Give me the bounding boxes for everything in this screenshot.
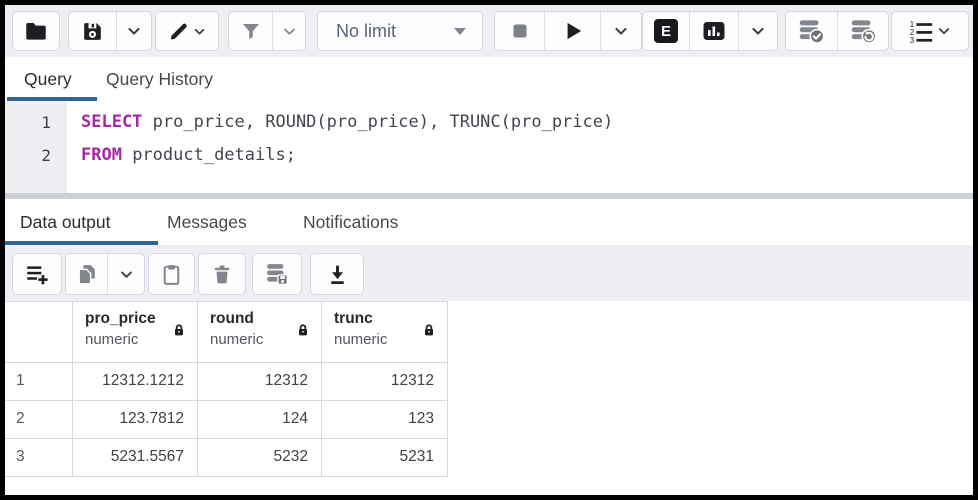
cell-round[interactable]: 5232 xyxy=(198,439,322,477)
line-number: 2 xyxy=(5,146,51,165)
row-limit-select[interactable]: No limit xyxy=(318,12,482,50)
execute-button[interactable] xyxy=(545,12,601,50)
output-tab-bar: Data output Messages Notifications xyxy=(5,199,973,246)
sql-line-2: FROM product_details; xyxy=(81,145,296,165)
query-tab-bar: Query Query History xyxy=(5,57,973,102)
lock-icon xyxy=(421,322,437,338)
filter-button[interactable] xyxy=(229,12,273,50)
chevron-down-icon xyxy=(280,22,299,41)
cell-trunc[interactable]: 12312 xyxy=(322,363,448,401)
add-row-icon xyxy=(24,261,50,287)
data-output-toolbar xyxy=(5,245,973,301)
sql-editor[interactable]: 1 2 SELECT pro_price, ROUND(pro_price), … xyxy=(5,101,973,193)
chevron-down-icon xyxy=(748,21,768,41)
download-csv-button[interactable] xyxy=(311,254,363,294)
cell-trunc[interactable]: 5231 xyxy=(322,439,448,477)
add-row-button[interactable] xyxy=(13,254,61,294)
edit-pencil-icon xyxy=(166,19,191,44)
main-toolbar: No limit E xyxy=(5,5,973,58)
copy-icon xyxy=(74,262,99,287)
play-icon xyxy=(560,18,586,44)
macros-numbered-list-icon: 1 2 3 xyxy=(908,18,935,45)
macros-dropdown-button[interactable]: 1 2 3 xyxy=(892,12,968,50)
column-header-round[interactable]: round numeric xyxy=(198,301,322,363)
row-header[interactable]: 1 xyxy=(5,363,73,401)
cell-round[interactable]: 12312 xyxy=(198,363,322,401)
results-grid: pro_price numeric round numeric trunc nu… xyxy=(5,301,973,495)
copy-button[interactable] xyxy=(66,254,108,294)
cell-trunc[interactable]: 123 xyxy=(322,401,448,439)
sql-line-1: SELECT pro_price, ROUND(pro_price), TRUN… xyxy=(81,112,613,132)
trash-icon xyxy=(210,262,234,286)
line-number: 1 xyxy=(5,113,51,132)
commit-db-check-icon xyxy=(796,16,826,46)
rollback-db-undo-icon xyxy=(848,16,878,46)
save-dropdown-button[interactable] xyxy=(117,12,151,50)
svg-text:3: 3 xyxy=(909,35,914,44)
lock-icon xyxy=(171,322,187,338)
tab-messages[interactable]: Messages xyxy=(167,199,247,245)
stop-button[interactable] xyxy=(495,12,545,50)
chevron-down-icon xyxy=(935,22,953,40)
download-icon xyxy=(325,262,350,287)
explain-icon: E xyxy=(654,19,678,43)
filter-icon xyxy=(239,19,263,43)
commit-button[interactable] xyxy=(786,12,838,50)
chevron-down-icon xyxy=(117,265,136,284)
pgadmin-query-tool-window: No limit E xyxy=(0,0,978,500)
tab-query-history[interactable]: Query History xyxy=(106,57,213,101)
sql-keyword: SELECT xyxy=(81,112,142,132)
cell-pro-price[interactable]: 5231.5567 xyxy=(73,439,198,477)
paste-clipboard-icon xyxy=(159,262,184,287)
row-header[interactable]: 3 xyxy=(5,439,73,477)
stop-icon xyxy=(508,19,532,43)
paste-button[interactable] xyxy=(149,254,194,294)
chevron-down-icon xyxy=(191,23,208,40)
select-caret-icon xyxy=(454,28,466,35)
cell-round[interactable]: 124 xyxy=(198,401,322,439)
save-data-changes-button[interactable] xyxy=(253,254,301,294)
cell-pro-price[interactable]: 123.7812 xyxy=(73,401,198,439)
sql-keyword: FROM xyxy=(81,145,122,165)
sql-code: product_details; xyxy=(122,145,296,165)
select-all-corner-cell[interactable] xyxy=(5,301,73,363)
analyze-chart-icon xyxy=(702,19,726,43)
explain-dropdown-button[interactable] xyxy=(739,12,777,50)
lock-icon xyxy=(295,322,311,338)
open-file-button[interactable] xyxy=(13,12,59,50)
explain-analyze-button[interactable] xyxy=(690,12,739,50)
filter-dropdown-button[interactable] xyxy=(273,12,305,50)
rollback-button[interactable] xyxy=(838,12,889,50)
open-file-icon xyxy=(23,18,49,44)
row-header[interactable]: 2 xyxy=(5,401,73,439)
delete-row-button[interactable] xyxy=(199,254,245,294)
column-header-pro-price[interactable]: pro_price numeric xyxy=(73,301,198,363)
execute-dropdown-button[interactable] xyxy=(601,12,641,50)
cell-pro-price[interactable]: 12312.1212 xyxy=(73,363,198,401)
chevron-down-icon xyxy=(124,21,144,41)
column-header-trunc[interactable]: trunc numeric xyxy=(322,301,448,363)
chevron-down-icon xyxy=(611,21,631,41)
copy-dropdown-button[interactable] xyxy=(108,254,144,294)
save-button[interactable] xyxy=(69,12,117,50)
tab-notifications[interactable]: Notifications xyxy=(303,199,398,245)
tab-data-output[interactable]: Data output xyxy=(20,199,110,245)
edit-dropdown-button[interactable] xyxy=(156,12,218,50)
explain-button[interactable]: E xyxy=(643,12,690,50)
row-limit-value: No limit xyxy=(336,21,396,42)
save-data-db-icon xyxy=(263,260,291,288)
tab-query[interactable]: Query xyxy=(24,57,72,101)
save-icon xyxy=(80,19,105,44)
sql-code: pro_price, ROUND(pro_price), TRUNC(pro_p… xyxy=(142,112,613,132)
